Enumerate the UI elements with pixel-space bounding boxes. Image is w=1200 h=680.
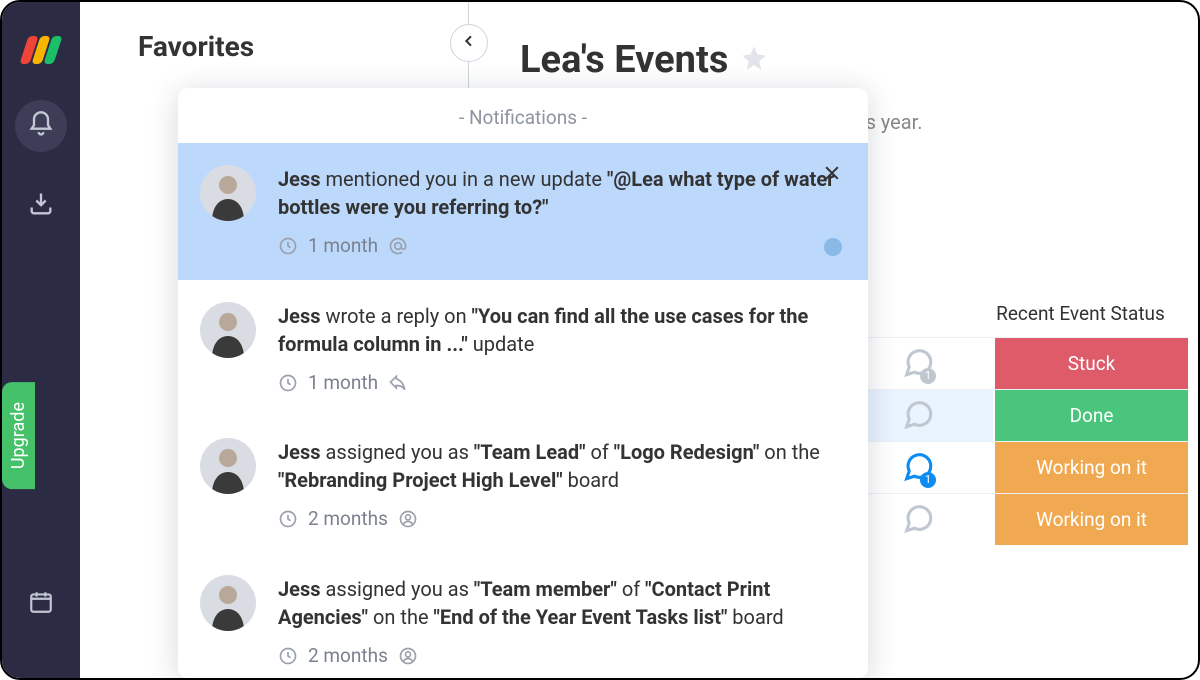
favorites-heading: Favorites <box>138 30 254 63</box>
notification-type-icon <box>398 509 418 529</box>
notification-type-icon <box>398 646 418 666</box>
chat-icon[interactable]: 1 <box>901 345 935 383</box>
main-area: Favorites Lea's Events ning this year. R… <box>80 2 1198 678</box>
clock-icon <box>278 373 298 393</box>
notification-text: Jess mentioned you in a new update "@Lea… <box>278 165 846 260</box>
notification-item[interactable]: Jess assigned you as "Team Lead" of "Log… <box>178 416 868 553</box>
app-logo <box>24 36 58 64</box>
clock-icon <box>278 236 298 256</box>
notification-item[interactable]: Jess mentioned you in a new update "@Lea… <box>178 143 868 280</box>
notifications-nav-button[interactable] <box>15 100 67 152</box>
status-cell[interactable]: Stuck <box>993 338 1188 389</box>
notification-item[interactable]: Jess wrote a reply on "You can find all … <box>178 280 868 417</box>
calendar-icon <box>28 589 54 619</box>
download-tray-icon <box>27 190 55 222</box>
bell-icon <box>27 110 55 142</box>
status-cell[interactable]: Working on it <box>993 442 1188 493</box>
avatar <box>200 575 256 631</box>
unread-indicator <box>824 238 842 256</box>
notification-text: Jess wrote a reply on "You can find all … <box>278 302 846 397</box>
status-cell[interactable]: Working on it <box>993 494 1188 545</box>
inbox-nav-button[interactable] <box>15 180 67 232</box>
favorite-star-button[interactable] <box>740 44 768 76</box>
chat-icon[interactable] <box>901 397 935 435</box>
notification-time: 1 month <box>308 233 378 260</box>
notification-item[interactable]: Jess assigned you as "Team member" of "C… <box>178 553 868 678</box>
status-cell[interactable]: Done <box>993 390 1188 441</box>
clock-icon <box>278 646 298 666</box>
chat-icon[interactable] <box>901 501 935 539</box>
notification-time: 2 months <box>308 506 388 533</box>
left-rail: Upgrade <box>2 2 80 678</box>
chevron-left-icon <box>461 33 477 53</box>
calendar-nav-button[interactable] <box>15 578 67 630</box>
notifications-panel: - Notifications - Jess mentioned you in … <box>178 88 868 678</box>
avatar <box>200 302 256 358</box>
notification-type-icon <box>388 373 408 393</box>
notification-time: 1 month <box>308 370 378 397</box>
upgrade-button[interactable]: Upgrade <box>2 382 35 489</box>
notification-text: Jess assigned you as "Team member" of "C… <box>278 575 846 670</box>
notification-text: Jess assigned you as "Team Lead" of "Log… <box>278 438 846 533</box>
collapse-button[interactable] <box>450 24 488 62</box>
notifications-heading: - Notifications - <box>178 88 868 143</box>
notification-time: 2 months <box>308 643 388 670</box>
chat-icon[interactable]: 1 <box>901 449 935 487</box>
board-title: Lea's Events <box>520 38 728 82</box>
notification-type-icon <box>388 236 408 256</box>
avatar <box>200 165 256 221</box>
dismiss-button[interactable] <box>822 163 842 187</box>
avatar <box>200 438 256 494</box>
clock-icon <box>278 509 298 529</box>
